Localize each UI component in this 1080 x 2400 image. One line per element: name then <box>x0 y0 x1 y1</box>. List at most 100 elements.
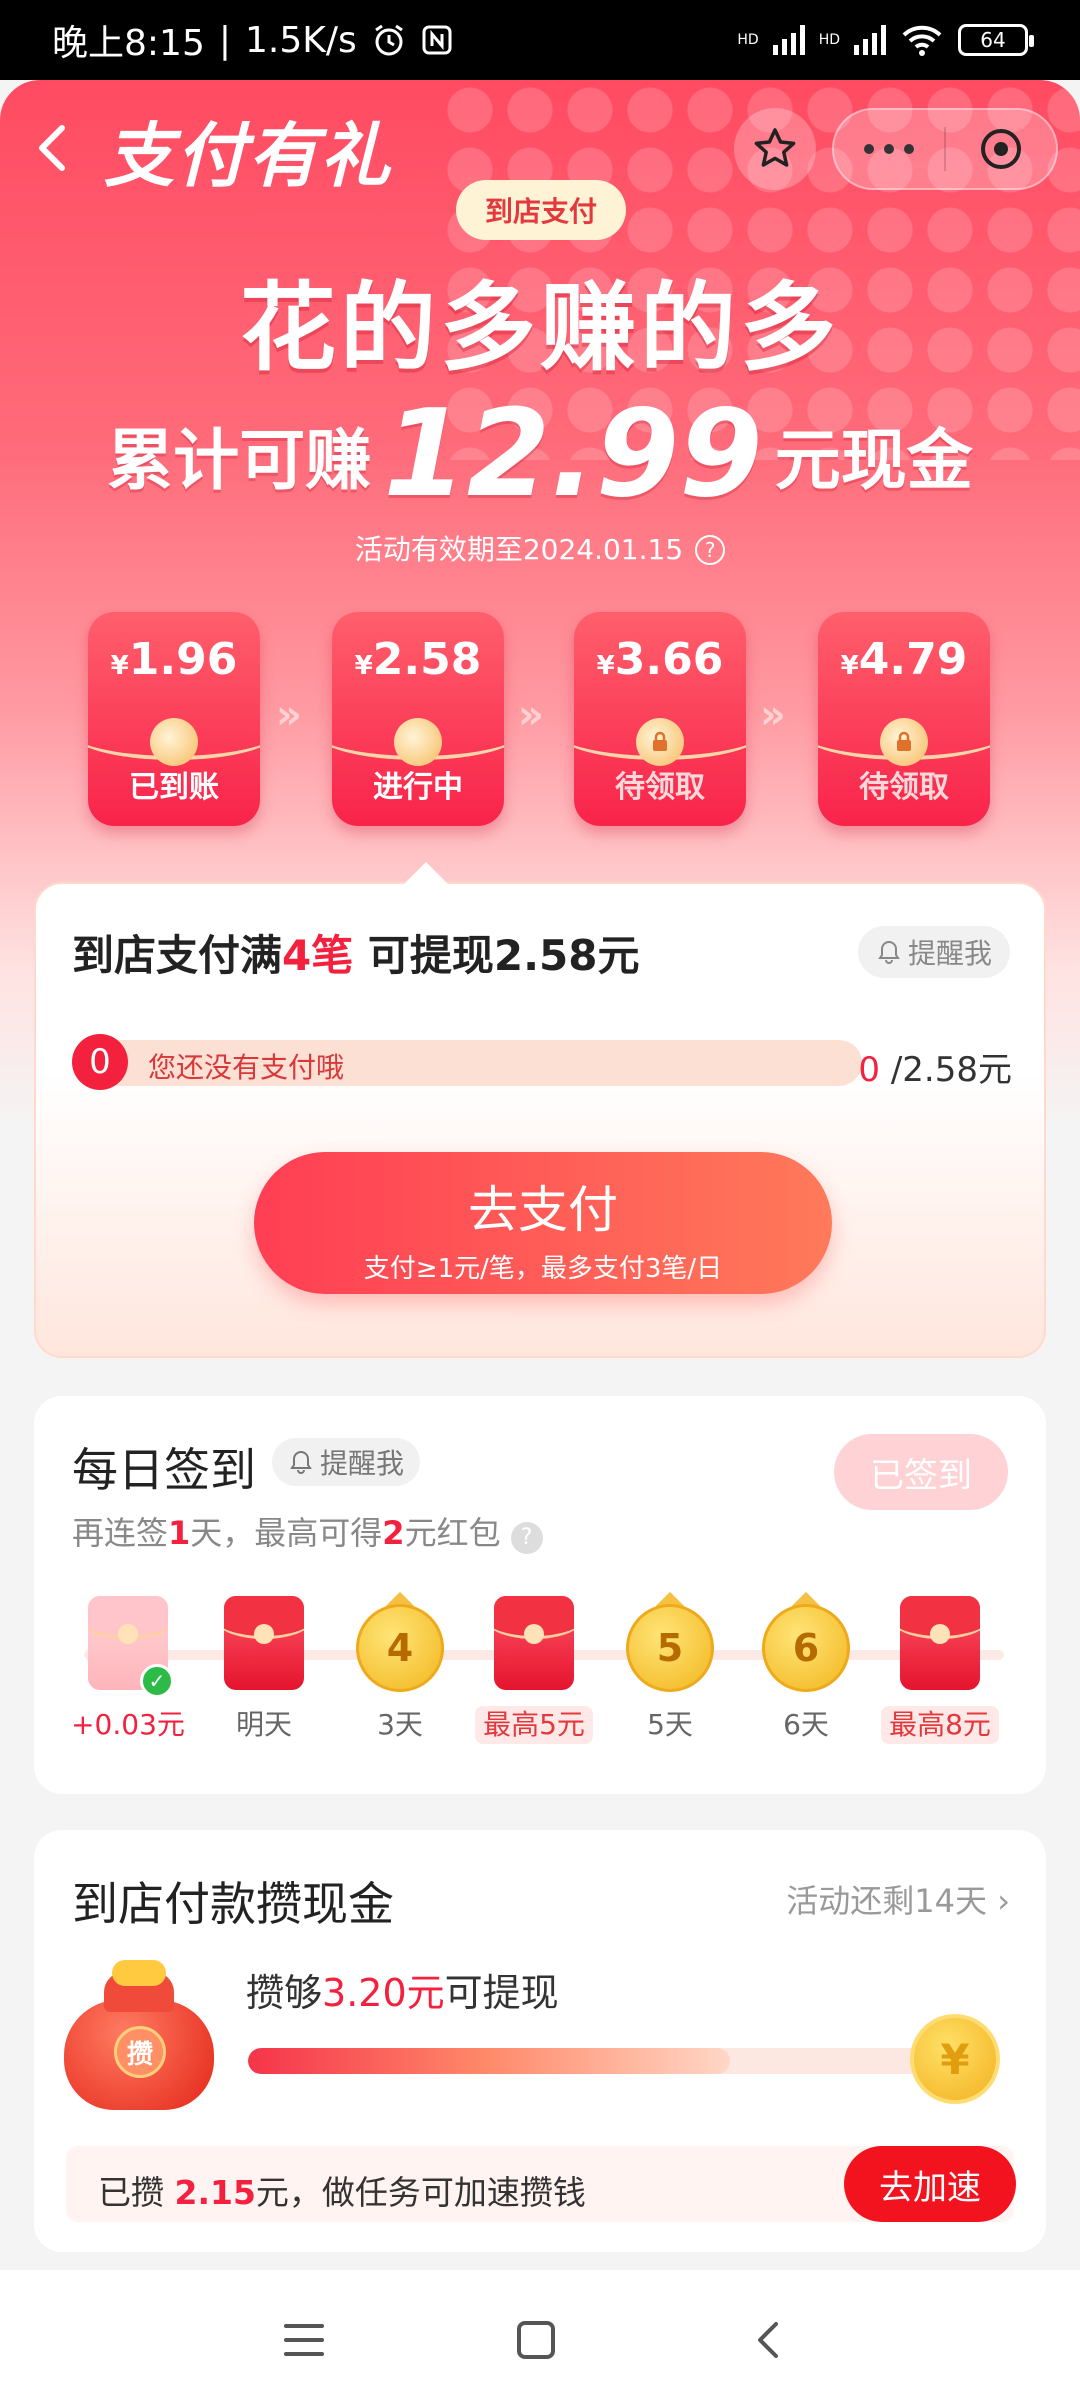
signed-button[interactable]: 已签到 <box>834 1434 1008 1510</box>
go-pay-label: 去支付 <box>468 1181 618 1239</box>
day-label: 6天 <box>783 1708 829 1741</box>
day-label: +0.03元 <box>71 1708 185 1741</box>
checkin-day-2: 明天 <box>204 1596 324 1744</box>
env-status: 进行中 <box>373 770 463 805</box>
validity-label: 活动有效期至2024.01.15 <box>354 533 684 566</box>
sub-suffix: 元现金 <box>774 422 973 499</box>
hd-label-1: HD <box>737 32 759 48</box>
favorite-button[interactable] <box>734 108 816 190</box>
task-count: 4笔 <box>282 931 354 980</box>
daily-checkin-card: 每日签到 提醒我 已签到 再连签1天，最高可得2元红包? ✓ +0.03元 明天… <box>34 1396 1046 1794</box>
star-icon <box>754 128 796 167</box>
envelope-4[interactable]: ¥4.79 待领取 <box>818 612 990 826</box>
bell-icon <box>878 940 900 964</box>
checkin-day-6: 6 6天 <box>746 1591 866 1744</box>
hero-tag: 到店支付 <box>456 180 626 240</box>
hd-label-2: HD <box>818 32 840 48</box>
go-pay-sublabel: 支付≥1元/笔，最多支付3笔/日 <box>363 1254 723 1284</box>
signal-icon <box>772 25 805 55</box>
chevron-right-icon: » <box>276 692 302 738</box>
battery-icon: 64 <box>958 24 1034 56</box>
lock-icon <box>636 718 684 766</box>
redpack-icon <box>224 1596 304 1690</box>
checkin-day-4: 最高5元 <box>474 1596 594 1744</box>
remind-button[interactable]: 提醒我 <box>857 926 1010 978</box>
task-title: 到店支付满4笔 可提现2.58元 <box>72 931 640 980</box>
check-icon: ✓ <box>140 1664 174 1698</box>
home-icon[interactable] <box>506 2310 566 2370</box>
validity-text: 活动有效期至2024.01.15? <box>0 528 1080 568</box>
day-label: 5天 <box>647 1708 693 1741</box>
day-label: 3天 <box>377 1708 423 1741</box>
coin-icon: 4 <box>356 1591 444 1696</box>
env-amount: 1.96 <box>128 634 238 685</box>
yuan-coin-icon: ¥ <box>910 2014 1000 2104</box>
coin-icon <box>150 718 198 766</box>
progress-badge: 0 <box>72 1034 128 1090</box>
signal-icon <box>854 25 886 55</box>
help-icon[interactable]: ? <box>510 1522 543 1554</box>
env-currency: ¥ <box>354 651 373 681</box>
reward-envelopes: ¥1.96 已到账 » ¥2.58 进行中 » ¥3.66 待领取 » ¥4.7… <box>88 612 992 832</box>
remind-label: 提醒我 <box>320 1447 405 1480</box>
savings-remaining-link[interactable]: 活动还剩14天 › <box>786 1876 1010 1922</box>
nfc-icon <box>422 25 452 55</box>
alarm-icon <box>374 24 403 56</box>
status-time: 晚上8:15 <box>52 23 205 64</box>
checkin-remind-button[interactable]: 提醒我 <box>272 1438 421 1486</box>
coin-icon <box>394 718 442 766</box>
go-pay-button[interactable]: 去支付 支付≥1元/笔，最多支付3笔/日 <box>254 1152 832 1294</box>
savings-progress-bar <box>248 2048 968 2074</box>
bell-icon <box>290 1450 312 1474</box>
envelope-3[interactable]: ¥3.66 待领取 <box>574 612 746 826</box>
redpack-icon <box>900 1596 980 1690</box>
chevron-right-icon: » <box>760 692 786 738</box>
menu-icon[interactable] <box>274 2310 334 2370</box>
status-speed: 1.5K/s <box>244 19 357 61</box>
sub-amount: 12.99 <box>383 385 763 524</box>
remind-label: 提醒我 <box>907 937 992 970</box>
checkin-subtitle: 再连签1天，最高可得2元红包? <box>72 1508 543 1554</box>
status-bar: 晚上8:15 | 1.5K/s HD HD 64 <box>0 0 1080 80</box>
checkin-title: 每日签到 <box>72 1443 256 1497</box>
payment-task-card: 到店支付满4笔 可提现2.58元 提醒我 0 您还没有支付哦 0 /2.58元 … <box>34 862 1046 1358</box>
savings-card: 到店付款攒现金 活动还剩14天 › 攒 攒够3.20元可提现 ¥ 已攒 2.15… <box>34 1830 1046 2252</box>
back-icon[interactable] <box>28 118 78 178</box>
miniapp-capsule <box>832 108 1058 190</box>
savings-footer: 已攒 2.15元，做任务可加速攒钱 去加速 <box>66 2146 1016 2222</box>
envelope-1[interactable]: ¥1.96 已到账 <box>88 612 260 826</box>
env-amount: 4.79 <box>858 634 968 685</box>
day-label: 最高8元 <box>881 1706 999 1744</box>
day-label: 明天 <box>235 1708 292 1741</box>
savings-status: 已攒 2.15元，做任务可加速攒钱 <box>98 2173 586 2212</box>
envelope-2[interactable]: ¥2.58 进行中 <box>332 612 504 826</box>
money-bag-icon: 攒 <box>64 1960 214 2110</box>
coin-icon: 5 <box>626 1591 714 1696</box>
progress-count: 0 /2.58元 <box>858 1050 1012 1090</box>
wifi-icon <box>902 25 942 56</box>
back-icon[interactable] <box>740 2310 800 2370</box>
page-title: 支付有礼 <box>104 115 392 197</box>
checkin-day-5: 5 5天 <box>610 1591 730 1744</box>
progress-text: 您还没有支付哦 <box>148 1051 345 1084</box>
task-progress: 0 您还没有支付哦 0 /2.58元 <box>72 1032 1012 1092</box>
savings-title: 到店付款攒现金 <box>72 1877 394 1931</box>
lock-icon <box>880 718 928 766</box>
hero-subline: 累计可赚 12.99 元现金 <box>0 385 1080 524</box>
system-nav-bar <box>0 2270 1080 2400</box>
more-icon[interactable] <box>834 110 944 188</box>
env-amount: 3.66 <box>614 634 724 685</box>
env-status: 待领取 <box>859 770 949 805</box>
checkin-day-1: ✓ +0.03元 <box>68 1596 188 1744</box>
savings-goal: 攒够3.20元可提现 <box>246 1971 559 2015</box>
env-status: 待领取 <box>615 770 705 805</box>
env-amount: 2.58 <box>372 634 482 685</box>
miniapp-close-icon[interactable] <box>946 110 1056 188</box>
chevron-right-icon: » <box>518 692 544 738</box>
hero-headline: 花的多赚的多 <box>240 272 840 384</box>
status-separator: | <box>218 19 231 61</box>
env-currency: ¥ <box>110 651 129 681</box>
help-icon[interactable]: ? <box>695 535 726 565</box>
speed-up-button[interactable]: 去加速 <box>844 2146 1016 2222</box>
env-status: 已到账 <box>129 770 219 805</box>
